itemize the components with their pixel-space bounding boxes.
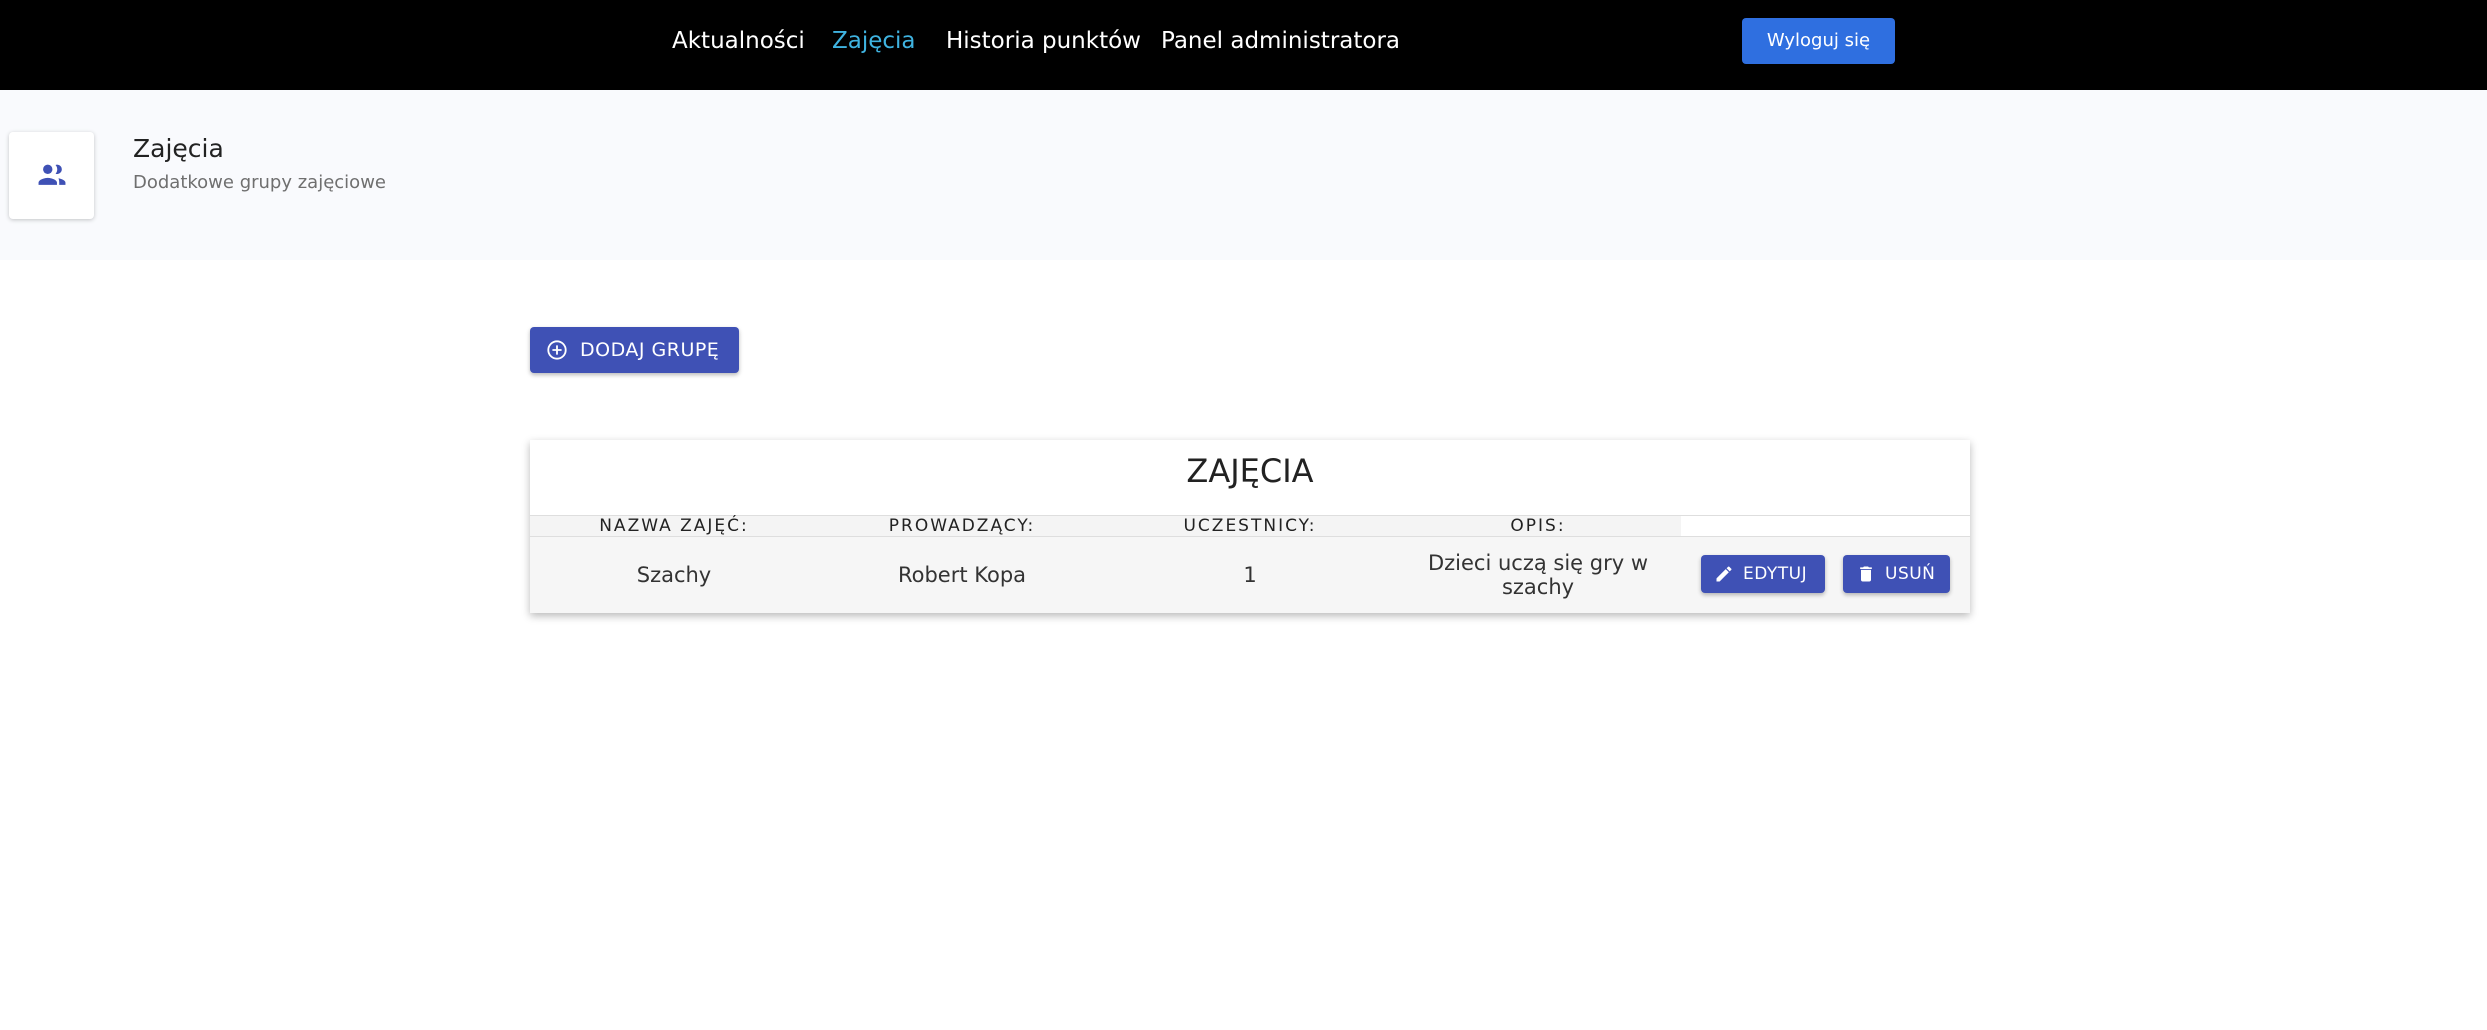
cell-description: Dzieci uczą się gry w szachy (1427, 551, 1649, 599)
classes-table: ZAJĘCIA NAZWA ZAJĘĆ: PROWADZĄCY: UCZESTN… (530, 440, 1970, 613)
column-header-name: NAZWA ZAJĘĆ: (599, 516, 749, 536)
cell-name: Szachy (636, 563, 712, 587)
column-header-participants: UCZESTNICY: (1183, 516, 1317, 536)
nav-link-historia-punktow[interactable]: Historia punktów (946, 24, 1141, 58)
cell-teacher: Robert Kopa (897, 563, 1027, 587)
trash-icon (1860, 566, 1872, 582)
edit-button[interactable]: EDYTUJ (1701, 555, 1825, 593)
table-row: Szachy Robert Kopa 1 Dzieci uczą się gry… (530, 537, 1970, 613)
page-header: Zajęcia Dodatkowe grupy zajęciowe (0, 90, 2487, 260)
table-title: ZAJĘCIA (1186, 452, 1314, 490)
table-header-row: NAZWA ZAJĘĆ: PROWADZĄCY: UCZESTNICY: OPI… (530, 515, 1970, 537)
nav-link-zajecia[interactable]: Zajęcia (832, 24, 916, 58)
nav-link-aktualnosci[interactable]: Aktualności (672, 24, 805, 58)
add-group-button[interactable]: DODAJ GRUPĘ (530, 327, 739, 373)
page-subtitle: Dodatkowe grupy zajęciowe (133, 172, 386, 193)
column-header-description: OPIS: (1510, 516, 1566, 536)
pencil-icon (1716, 566, 1732, 582)
delete-button-label: USUŃ (1885, 564, 1936, 584)
group-icon (38, 164, 66, 185)
add-circle-icon (547, 340, 567, 360)
add-group-label: DODAJ GRUPĘ (580, 339, 720, 361)
header-icon-card (9, 132, 94, 219)
logout-button[interactable]: Wyloguj się (1742, 18, 1895, 64)
edit-button-label: EDYTUJ (1743, 564, 1808, 584)
cell-participants: 1 (1243, 563, 1257, 587)
column-header-teacher: PROWADZĄCY: (888, 516, 1036, 536)
delete-button[interactable]: USUŃ (1843, 555, 1950, 593)
top-navbar: Aktualności Zajęcia Historia punktów Pan… (0, 0, 2487, 90)
nav-link-panel-administratora[interactable]: Panel administratora (1161, 24, 1400, 58)
page-title: Zajęcia (133, 134, 224, 163)
